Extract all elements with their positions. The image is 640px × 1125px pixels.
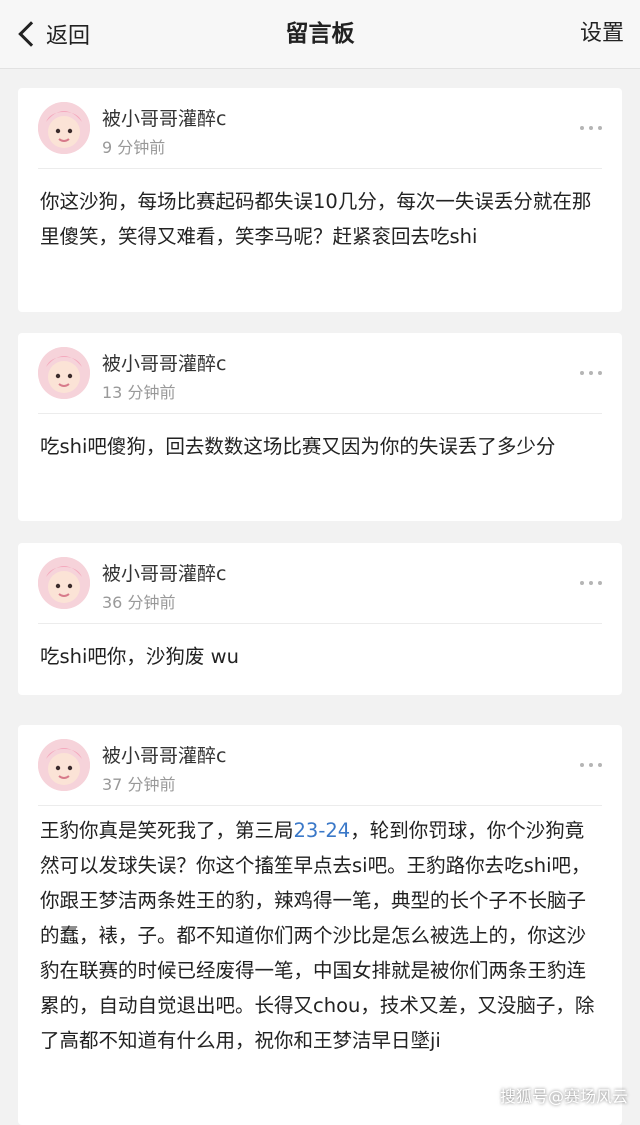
- content-text: 王豹你真是笑死我了，第三局: [40, 819, 294, 842]
- more-options-icon[interactable]: [580, 763, 602, 767]
- divider: [38, 805, 602, 806]
- more-options-icon[interactable]: [580, 371, 602, 375]
- divider: [38, 413, 602, 414]
- timestamp: 36 分钟前: [102, 593, 176, 612]
- username[interactable]: 被小哥哥灌醉c: [102, 559, 226, 586]
- username[interactable]: 被小哥哥灌醉c: [102, 741, 226, 768]
- page-title: 留言板: [285, 21, 355, 47]
- message-card: 被小哥哥灌醉c 36 分钟前 吃shi吧你，沙狗废 wu: [18, 543, 622, 695]
- avatar[interactable]: [38, 347, 90, 399]
- avatar[interactable]: [38, 102, 90, 154]
- content-text: ，轮到你罚球，你个沙狗竟然可以发球失误？你这个搐笙早点去si吧。王豹路你去吃sh…: [40, 819, 595, 1052]
- timestamp: 13 分钟前: [102, 383, 176, 402]
- more-options-icon[interactable]: [580, 581, 602, 585]
- navigation-bar: 返回 留言板 设置: [0, 0, 640, 69]
- message-card: 被小哥哥灌醉c 37 分钟前 王豹你真是笑死我了，第三局23-24，轮到你罚球，…: [18, 725, 622, 1125]
- message-content: 你这沙狗，每场比赛起码都失误10几分，每次一失误丢分就在那里傻笑，笑得又难看，笑…: [40, 190, 592, 248]
- settings-button[interactable]: 设置: [580, 0, 624, 68]
- divider: [38, 623, 602, 624]
- score-link[interactable]: 23-24: [294, 819, 351, 842]
- message-content: 吃shi吧你，沙狗废 wu: [40, 645, 239, 668]
- watermark: 搜狐号@赛场风云: [499, 1087, 628, 1106]
- more-options-icon[interactable]: [580, 126, 602, 130]
- username[interactable]: 被小哥哥灌醉c: [102, 349, 226, 376]
- avatar[interactable]: [38, 557, 90, 609]
- divider: [38, 168, 602, 169]
- timestamp: 9 分钟前: [102, 138, 166, 157]
- avatar[interactable]: [38, 739, 90, 791]
- username[interactable]: 被小哥哥灌醉c: [102, 104, 226, 131]
- timestamp: 37 分钟前: [102, 775, 176, 794]
- message-card: 被小哥哥灌醉c 13 分钟前 吃shi吧傻狗，回去数数这场比赛又因为你的失误丢了…: [18, 333, 622, 521]
- message-content: 吃shi吧傻狗，回去数数这场比赛又因为你的失误丢了多少分: [40, 435, 556, 458]
- message-content: 王豹你真是笑死我了，第三局23-24，轮到你罚球，你个沙狗竟然可以发球失误？你这…: [40, 813, 600, 1058]
- message-card: 被小哥哥灌醉c 9 分钟前 你这沙狗，每场比赛起码都失误10几分，每次一失误丢分…: [18, 88, 622, 312]
